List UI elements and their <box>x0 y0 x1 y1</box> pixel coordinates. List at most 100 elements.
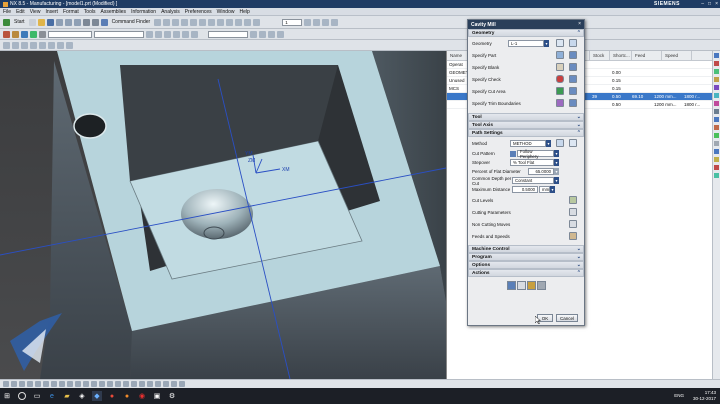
col-feed[interactable]: Feed <box>632 50 662 61</box>
section-geometry[interactable]: Geometry ⌃ <box>468 29 584 37</box>
cutting-parameters-icon[interactable] <box>569 208 577 216</box>
copy-to-layer-icon[interactable] <box>331 18 339 26</box>
snap-point-icon[interactable] <box>146 30 153 38</box>
check-selection-icon[interactable] <box>556 75 564 83</box>
view-front-icon[interactable] <box>99 381 105 387</box>
edge-icon[interactable]: e <box>47 391 57 401</box>
intersection-point-icon[interactable] <box>182 30 189 38</box>
deselect-icon[interactable] <box>11 381 17 387</box>
stepover-dropdown-icon[interactable]: ▾ <box>554 159 559 166</box>
start-icon[interactable] <box>3 18 10 26</box>
graphics-viewport[interactable]: XM YM ZM <box>0 51 446 379</box>
filter-combo[interactable] <box>48 30 92 38</box>
paste-icon[interactable] <box>73 18 81 26</box>
section-options[interactable]: Options ⌄ <box>468 261 584 269</box>
web-browser-icon[interactable] <box>714 93 719 98</box>
nx-taskbar-icon[interactable]: ◆ <box>92 391 102 401</box>
wireframe-icon[interactable] <box>131 381 137 387</box>
display-icon[interactable] <box>199 18 207 26</box>
view-top-icon[interactable] <box>91 381 97 387</box>
command-finder-icon[interactable] <box>100 18 108 26</box>
close-window-button[interactable]: × <box>715 1 718 7</box>
menu-tools[interactable]: Tools <box>84 9 96 15</box>
partially-shaded-icon[interactable] <box>163 381 169 387</box>
cut-levels-icon[interactable] <box>569 196 577 204</box>
view-zoom-icon[interactable] <box>51 381 57 387</box>
arc-center-icon[interactable] <box>191 30 198 38</box>
menu-preferences[interactable]: Preferences <box>185 9 212 15</box>
move-to-layer-icon[interactable] <box>322 18 330 26</box>
feature-navigator-icon[interactable] <box>714 165 719 170</box>
replay-path-icon[interactable] <box>516 280 526 290</box>
rotate-icon[interactable] <box>253 18 261 26</box>
menu-analysis[interactable]: Analysis <box>161 9 180 15</box>
part-selection-icon[interactable] <box>556 51 564 59</box>
method-dropdown-icon[interactable]: ▾ <box>546 139 551 147</box>
quick-pick-icon[interactable] <box>35 381 41 387</box>
selection-scope-combo[interactable] <box>94 30 144 38</box>
firefox-icon[interactable]: ● <box>122 391 132 401</box>
display-check-icon[interactable] <box>569 75 577 83</box>
verify-path-icon[interactable] <box>526 280 536 290</box>
shade-icon[interactable] <box>208 18 216 26</box>
file-explorer-icon[interactable]: ▰ <box>62 391 72 401</box>
windows-start-icon[interactable]: ⊞ <box>2 391 12 401</box>
menu-help[interactable]: Help <box>239 9 249 15</box>
menu-information[interactable]: Information <box>131 9 156 15</box>
cut-levels-row[interactable]: Cut Levels <box>468 194 584 206</box>
new-method-icon[interactable] <box>556 139 564 147</box>
feeds-speeds-row[interactable]: Feeds and Speeds <box>468 230 584 242</box>
section-machine-control[interactable]: Machine Control ⌄ <box>468 245 584 253</box>
roles-icon[interactable] <box>714 133 719 138</box>
view-rotate-icon[interactable] <box>59 381 65 387</box>
save-icon[interactable] <box>46 18 54 26</box>
clip-section-icon[interactable] <box>171 381 177 387</box>
hidden-edges-icon[interactable] <box>139 381 145 387</box>
percent-flat-input[interactable]: 65.0000 <box>528 168 554 175</box>
generate-icon[interactable] <box>506 280 516 290</box>
snap-icon[interactable] <box>27 381 33 387</box>
palette-icon[interactable] <box>714 173 719 178</box>
cutting-parameters-row[interactable]: Cutting Parameters <box>468 206 584 218</box>
col-stock[interactable]: Stock <box>590 50 610 61</box>
output-cls-icon[interactable] <box>57 41 64 49</box>
section-tool[interactable]: Tool ⌄ <box>468 113 584 121</box>
display-cut-area-icon[interactable] <box>569 87 577 95</box>
app-icon[interactable]: ▣ <box>152 391 162 401</box>
menu-file[interactable]: File <box>3 9 11 15</box>
control-point-icon[interactable] <box>173 30 180 38</box>
cancel-button[interactable]: Cancel <box>556 314 578 322</box>
col-speed[interactable]: Speed <box>662 50 692 61</box>
studio-icon[interactable] <box>147 381 153 387</box>
common-depth-select[interactable]: Constant <box>512 177 554 184</box>
list-path-icon[interactable] <box>48 41 55 49</box>
pan-icon[interactable] <box>244 18 252 26</box>
command-finder-button[interactable]: Command Finder <box>110 19 153 25</box>
trim-boundary-icon[interactable] <box>556 99 564 107</box>
create-operation-icon[interactable] <box>39 30 46 38</box>
chrome-icon[interactable]: ● <box>107 391 117 401</box>
create-method-icon[interactable] <box>30 30 37 38</box>
specify-check-row[interactable]: Specify Check <box>468 73 584 85</box>
specify-part-row[interactable]: Specify Part <box>468 49 584 61</box>
percent-flat-menu-icon[interactable]: ▾ <box>554 168 559 175</box>
redo-icon[interactable] <box>91 18 99 26</box>
cut-pattern-select[interactable]: Follow Periphery <box>517 149 554 159</box>
layer-settings-icon[interactable] <box>304 18 312 26</box>
view-style-icon[interactable] <box>259 30 266 38</box>
open-icon[interactable] <box>37 18 45 26</box>
maximize-button[interactable]: □ <box>708 1 711 7</box>
shop-doc-icon[interactable] <box>39 41 46 49</box>
undo-icon[interactable] <box>82 18 90 26</box>
menu-window[interactable]: Window <box>217 9 235 15</box>
non-cutting-moves-icon[interactable] <box>569 220 577 228</box>
max-distance-unit-select[interactable]: mm <box>539 186 550 193</box>
system-clock[interactable]: 17:43 30-12-2017 <box>693 390 716 402</box>
section-path-settings[interactable]: Path Settings ⌃ <box>468 129 584 137</box>
verify-icon[interactable] <box>21 41 28 49</box>
system-materials-icon[interactable] <box>714 109 719 114</box>
view-pan-icon[interactable] <box>67 381 73 387</box>
display-trim-icon[interactable] <box>569 99 577 107</box>
edit-method-icon[interactable] <box>569 139 577 147</box>
search-icon[interactable] <box>17 391 27 401</box>
